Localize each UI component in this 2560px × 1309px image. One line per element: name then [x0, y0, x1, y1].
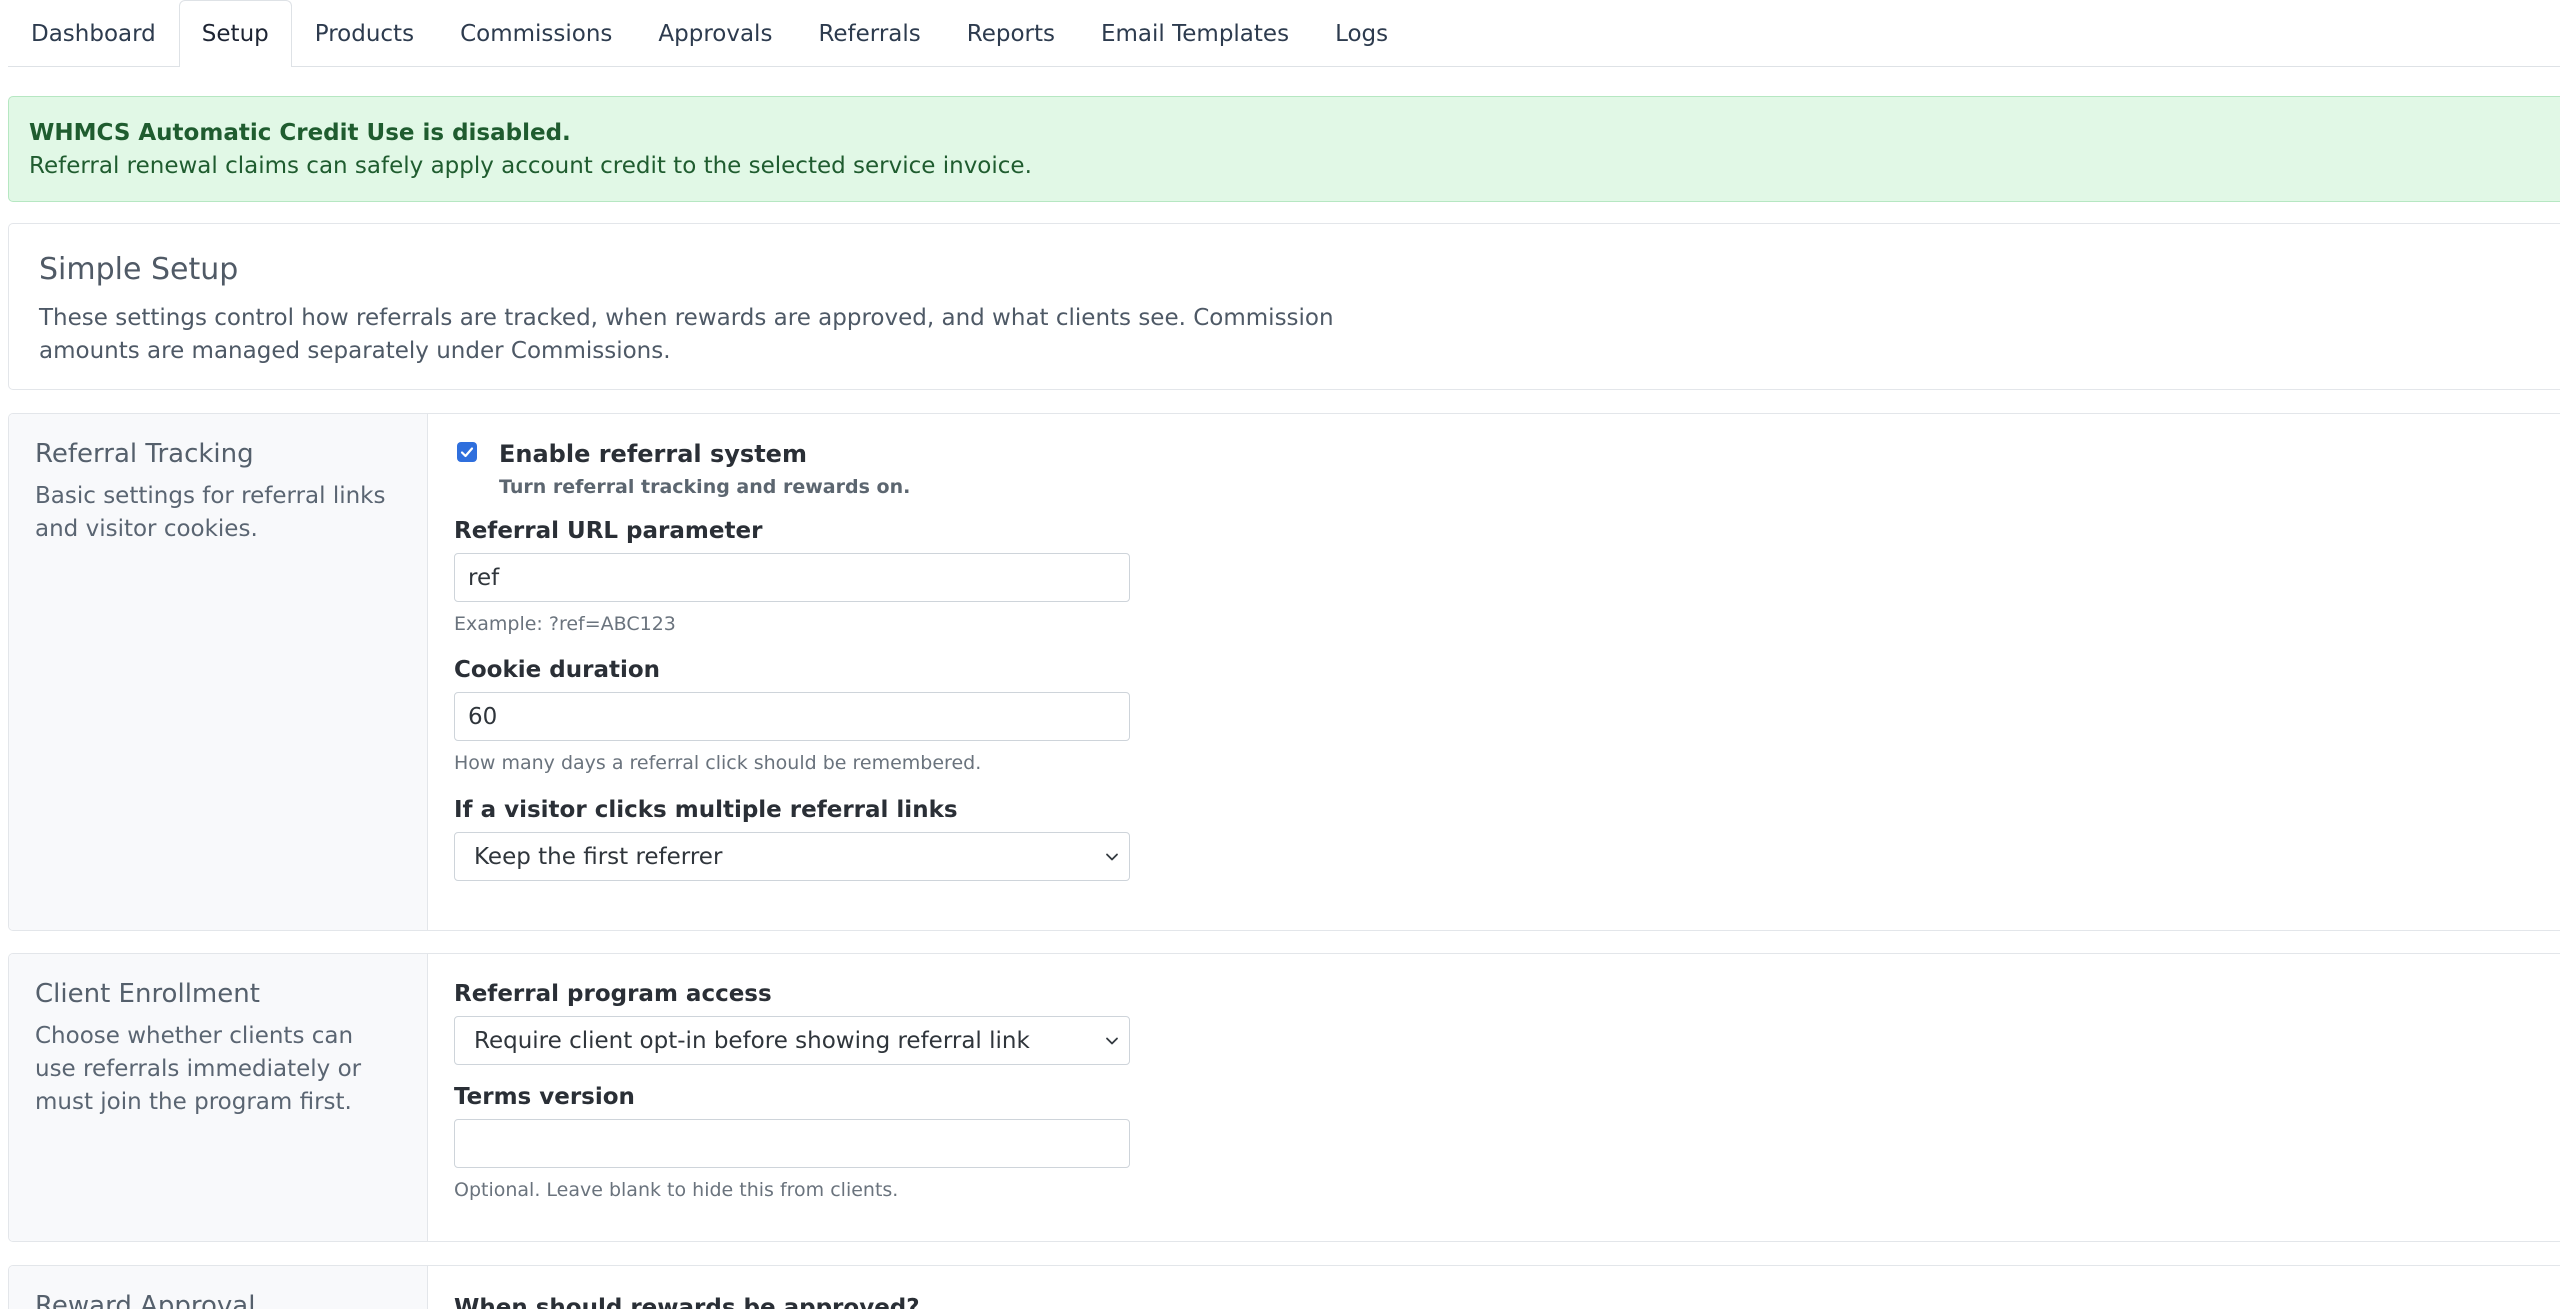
tab-dashboard[interactable]: Dashboard — [8, 0, 179, 66]
tab-logs[interactable]: Logs — [1312, 0, 1411, 66]
section-sidebar: Client Enrollment Choose whether clients… — [9, 954, 428, 1241]
success-alert: WHMCS Automatic Credit Use is disabled. … — [8, 96, 2560, 202]
program-access-label: Referral program access — [454, 981, 772, 1007]
terms-version-label: Terms version — [454, 1084, 635, 1110]
setup-description: These settings control how referrals are… — [39, 305, 1334, 364]
section-description: Choose whether clients can use referrals… — [35, 1023, 362, 1115]
referral-param-label: Referral URL parameter — [454, 518, 763, 544]
enable-referral-label: Enable referral system — [499, 440, 807, 468]
referral-param-help: Example: ?ref=ABC123 — [454, 613, 676, 635]
cookie-duration-help: How many days a referral click should be… — [454, 752, 982, 774]
tab-setup[interactable]: Setup — [178, 0, 292, 67]
tab-referrals[interactable]: Referrals — [795, 0, 943, 66]
section-title: Client Enrollment — [35, 979, 260, 1009]
alert-body: Referral renewal claims can safely apply… — [29, 153, 1032, 179]
client-enrollment-section: Client Enrollment Choose whether clients… — [8, 953, 2560, 1242]
referral-tracking-section: Referral Tracking Basic settings for ref… — [8, 413, 2560, 931]
section-title: Referral Tracking — [35, 439, 254, 469]
multiple-links-label: If a visitor clicks multiple referral li… — [454, 797, 958, 823]
cookie-duration-input[interactable]: 60 — [454, 692, 1130, 741]
section-fields: Enable referral system Turn referral tra… — [428, 414, 2560, 930]
terms-version-help: Optional. Leave blank to hide this from … — [454, 1179, 899, 1201]
section-fields: When should rewards be approved? — [428, 1266, 2560, 1309]
terms-version-input[interactable] — [454, 1119, 1130, 1168]
enable-referral-help: Turn referral tracking and rewards on. — [499, 476, 911, 498]
simple-setup-card: Simple Setup These settings control how … — [8, 223, 2560, 390]
chevron-down-icon — [1106, 1037, 1118, 1044]
multiple-links-value: Keep the first referrer — [474, 843, 723, 870]
tab-email-templates[interactable]: Email Templates — [1078, 0, 1312, 66]
nav-tabs: Dashboard Setup Products Commissions App… — [8, 0, 2560, 67]
reward-approval-section: Reward Approval When should rewards be a… — [8, 1265, 2560, 1309]
section-description: Basic settings for referral links and vi… — [35, 483, 386, 542]
enable-referral-row: Enable referral system — [454, 438, 2560, 470]
section-fields: Referral program access Require client o… — [428, 954, 2560, 1241]
chevron-down-icon — [1106, 853, 1118, 860]
addon-settings-page: Dashboard Setup Products Commissions App… — [0, 0, 2560, 1309]
tab-products[interactable]: Products — [292, 0, 437, 66]
section-title: Reward Approval — [35, 1291, 256, 1309]
multiple-links-select[interactable]: Keep the first referrer — [454, 832, 1130, 881]
approval-timing-label: When should rewards be approved? — [454, 1295, 920, 1309]
section-sidebar: Reward Approval — [9, 1266, 428, 1309]
setup-title: Simple Setup — [39, 252, 239, 287]
tab-reports[interactable]: Reports — [944, 0, 1078, 66]
enable-referral-checkbox[interactable] — [457, 442, 477, 462]
referral-param-input[interactable]: ref — [454, 553, 1130, 602]
section-sidebar: Referral Tracking Basic settings for ref… — [9, 414, 428, 930]
cookie-duration-label: Cookie duration — [454, 657, 661, 683]
checkmark-icon — [460, 447, 474, 458]
tab-commissions[interactable]: Commissions — [437, 0, 635, 66]
program-access-value: Require client opt-in before showing ref… — [474, 1027, 1030, 1054]
program-access-select[interactable]: Require client opt-in before showing ref… — [454, 1016, 1130, 1065]
alert-title: WHMCS Automatic Credit Use is disabled. — [29, 120, 571, 146]
tab-approvals[interactable]: Approvals — [635, 0, 795, 66]
